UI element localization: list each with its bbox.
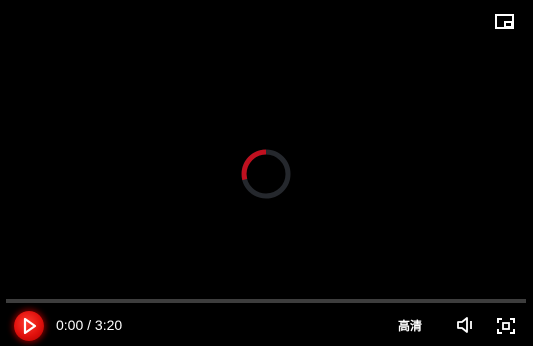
control-bar: 0:00 / 3:20 高清 — [0, 305, 533, 346]
progress-bar[interactable] — [6, 299, 526, 303]
video-player[interactable]: 0:00 / 3:20 高清 — [0, 0, 533, 346]
play-icon — [23, 317, 37, 335]
picture-in-picture-button[interactable] — [494, 13, 516, 33]
current-time: 0:00 — [56, 317, 84, 333]
quality-selector[interactable]: 高清 — [398, 319, 422, 333]
loading-spinner — [240, 148, 292, 200]
volume-icon — [457, 317, 472, 333]
fullscreen-icon — [497, 318, 515, 334]
loading-spinner-icon — [241, 149, 291, 199]
fullscreen-button[interactable] — [497, 318, 515, 334]
duration: 3:20 — [94, 317, 123, 333]
time-display: 0:00 / 3:20 — [56, 317, 122, 334]
volume-button[interactable] — [456, 317, 474, 333]
picture-in-picture-icon — [495, 14, 514, 29]
time-separator: / — [87, 317, 92, 333]
play-button[interactable] — [14, 311, 44, 341]
